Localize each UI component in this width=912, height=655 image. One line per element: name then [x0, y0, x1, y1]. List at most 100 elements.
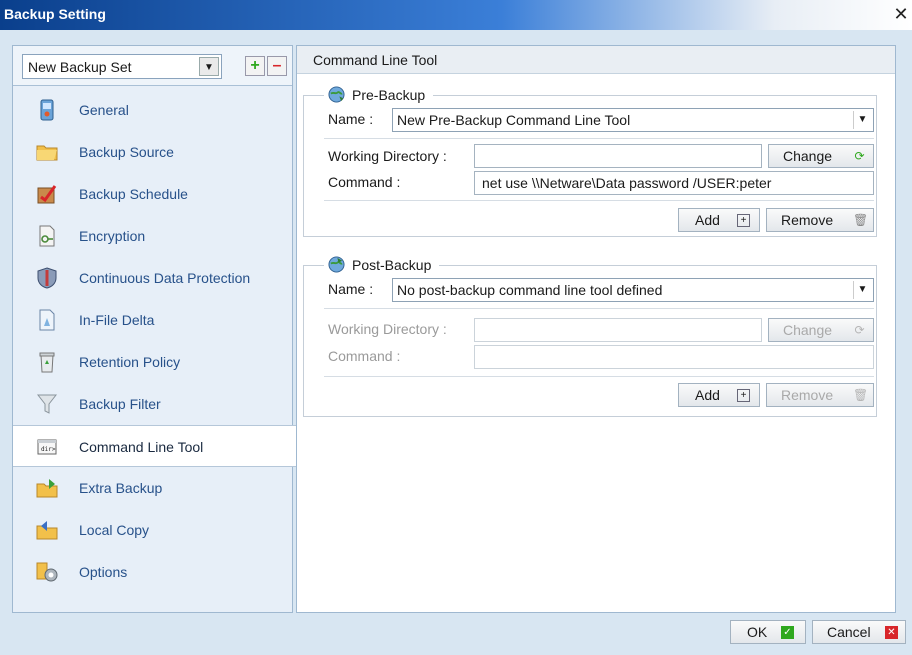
post-backup-globe-icon — [328, 256, 345, 273]
pre-add-button[interactable]: Add + — [678, 208, 760, 232]
chevron-down-icon[interactable]: ▼ — [853, 281, 871, 299]
title-bar: Backup Setting ✕ — [0, 0, 912, 30]
encryption-icon — [39, 225, 55, 247]
sidebar-item-label: Options — [79, 564, 128, 580]
pre-backup-globe-icon — [328, 86, 345, 103]
command-line-icon: dir> — [37, 439, 57, 455]
add-icon: + — [737, 214, 750, 227]
delta-icon — [39, 309, 55, 331]
sidebar-item-label: Local Copy — [79, 522, 150, 538]
post-working-directory-input[interactable] — [474, 318, 762, 342]
local-copy-icon — [36, 521, 58, 540]
sidebar-item-label: Encryption — [79, 228, 146, 244]
post-backup-legend: Post-Backup — [324, 256, 440, 274]
pre-backup-name-dropdown[interactable]: New Pre-Backup Command Line Tool ▼ — [392, 108, 874, 132]
sidebar-item-backup-schedule[interactable]: Backup Schedule — [13, 173, 292, 215]
add-button-label: Add — [695, 212, 720, 228]
remove-button-label: Remove — [781, 212, 834, 228]
filter-icon — [36, 394, 58, 414]
command-line-tool-panel: Command Line Tool Pre-Backup Name : New … — [296, 45, 896, 613]
shield-icon — [37, 267, 57, 289]
panel-header: Command Line Tool — [297, 46, 895, 74]
pre-backup-title: Pre-Backup — [352, 87, 426, 103]
sidebar-item-backup-filter[interactable]: Backup Filter — [13, 383, 292, 425]
sidebar-item-label: Backup Schedule — [79, 186, 188, 202]
backup-setting-window: Backup Setting ✕ New Backup Set ▼ + – Ge… — [0, 0, 912, 655]
post-remove-button[interactable]: Remove 🗑 — [766, 383, 874, 407]
sidebar-item-backup-source[interactable]: Backup Source — [13, 131, 292, 173]
pre-command-label: Command : — [328, 174, 401, 190]
sidebar-item-label: In-File Delta — [79, 312, 155, 328]
sidebar-item-options[interactable]: Options — [13, 551, 292, 593]
add-backup-set-button[interactable]: + — [245, 56, 265, 76]
sidebar-item-label: Command Line Tool — [79, 439, 204, 455]
sidebar-item-local-copy[interactable]: Local Copy — [13, 509, 292, 551]
post-backup-group: Post-Backup Name : No post-backup comman… — [303, 256, 877, 417]
post-name-label: Name : — [328, 281, 374, 297]
post-backup-name-value: No post-backup command line tool defined — [397, 282, 663, 298]
extra-backup-icon — [36, 479, 58, 498]
sidebar-item-label: Backup Source — [79, 144, 174, 160]
sidebar-item-label: Continuous Data Protection — [79, 270, 251, 286]
close-icon[interactable]: ✕ — [892, 5, 910, 23]
divider — [324, 138, 874, 139]
pre-workdir-label: Working Directory : — [328, 148, 447, 164]
trash-icon: 🗑 — [853, 213, 869, 227]
sidebar-item-retention-policy[interactable]: Retention Policy — [13, 341, 292, 383]
svg-text:dir>: dir> — [41, 446, 56, 453]
pre-working-directory-input[interactable] — [474, 144, 762, 168]
pre-remove-button[interactable]: Remove 🗑 — [766, 208, 874, 232]
sidebar-item-general[interactable]: General — [13, 89, 292, 131]
divider — [324, 376, 874, 377]
pre-backup-group: Pre-Backup Name : New Pre-Backup Command… — [303, 86, 877, 237]
sidebar-item-command-line-tool[interactable]: dir> Command Line Tool — [13, 425, 303, 467]
post-backup-name-dropdown[interactable]: No post-backup command line tool defined… — [392, 278, 874, 302]
post-command-label: Command : — [328, 348, 401, 364]
ok-button-label: OK — [747, 624, 768, 640]
remove-backup-set-button[interactable]: – — [267, 56, 287, 76]
post-command-input[interactable] — [474, 345, 874, 369]
trash-icon: 🗑 — [853, 388, 869, 402]
panel-title: Command Line Tool — [313, 52, 438, 68]
add-icon: + — [737, 389, 750, 402]
cancel-button[interactable]: Cancel ✕ — [812, 620, 906, 644]
backup-set-bar: New Backup Set ▼ + – — [13, 46, 292, 86]
settings-nav: General Backup Source Backup Schedule En… — [13, 89, 303, 593]
schedule-icon — [37, 185, 57, 204]
refresh-icon: ⟳ — [854, 149, 865, 163]
check-icon: ✓ — [781, 626, 794, 639]
pre-name-label: Name : — [328, 111, 374, 127]
pre-command-input[interactable]: net use \\Netware\Data password /USER:pe… — [474, 171, 874, 195]
settings-sidebar: New Backup Set ▼ + – General Backup Sour… — [12, 45, 303, 613]
sidebar-item-label: Extra Backup — [79, 480, 163, 496]
cancel-button-label: Cancel — [827, 624, 871, 640]
sidebar-item-in-file-delta[interactable]: In-File Delta — [13, 299, 292, 341]
sidebar-item-label: Backup Filter — [79, 396, 161, 412]
remove-button-label: Remove — [781, 387, 834, 403]
pre-backup-legend: Pre-Backup — [324, 86, 434, 104]
pre-backup-name-value: New Pre-Backup Command Line Tool — [397, 112, 631, 128]
post-add-button[interactable]: Add + — [678, 383, 760, 407]
backup-set-dropdown[interactable]: New Backup Set ▼ — [22, 54, 222, 79]
chevron-down-icon[interactable]: ▼ — [853, 111, 871, 129]
window-title: Backup Setting — [4, 6, 106, 22]
x-icon: ✕ — [885, 626, 898, 639]
sidebar-item-label: General — [79, 102, 129, 118]
ok-button[interactable]: OK ✓ — [730, 620, 806, 644]
change-button-label: Change — [783, 322, 833, 338]
post-workdir-label: Working Directory : — [328, 321, 447, 337]
dropdown-arrow-icon[interactable]: ▼ — [199, 57, 219, 76]
post-backup-title: Post-Backup — [352, 257, 432, 273]
change-button-label: Change — [783, 148, 833, 164]
options-icon — [36, 562, 58, 582]
divider — [324, 308, 874, 309]
sidebar-item-continuous-data-protection[interactable]: Continuous Data Protection — [13, 257, 292, 299]
post-change-button[interactable]: Change ⟳ — [768, 318, 874, 342]
sidebar-item-extra-backup[interactable]: Extra Backup — [13, 467, 292, 509]
sidebar-item-encryption[interactable]: Encryption — [13, 215, 292, 257]
divider — [324, 200, 874, 201]
pre-change-button[interactable]: Change ⟳ — [768, 144, 874, 168]
refresh-icon: ⟳ — [854, 323, 865, 337]
general-icon — [40, 99, 54, 121]
sidebar-item-label: Retention Policy — [79, 354, 181, 370]
